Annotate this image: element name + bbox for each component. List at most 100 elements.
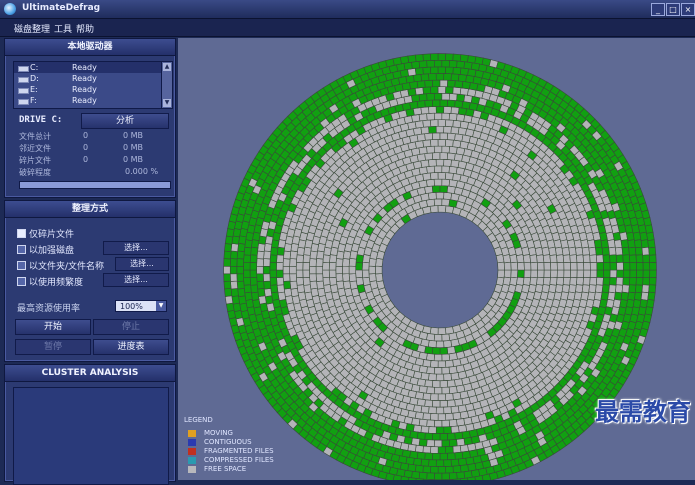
cluster-block [323,262,330,270]
cluster-block [649,255,656,263]
scroll-up-icon[interactable]: ▲ [163,63,171,71]
cluster-block [449,439,457,446]
cluster-block [425,153,433,160]
scroll-down-icon[interactable]: ▼ [163,99,171,107]
cluster-block [629,255,636,263]
cluster-block [455,432,463,439]
cluster-block [457,472,465,479]
cluster-block [451,406,459,413]
drive-row-f[interactable]: F: Ready [14,95,172,106]
cluster-block [413,74,421,81]
cluster-block [436,126,444,133]
minimize-button[interactable]: _ [651,3,665,16]
cluster-block [442,354,450,361]
option-frequency[interactable]: 以使用频繁度 [17,275,83,288]
cluster-block [635,247,642,255]
drive-row-e[interactable]: E: Ready [14,84,172,95]
close-button[interactable]: × [681,3,695,16]
cluster-block [432,381,440,388]
select-button-1[interactable]: 选择... [103,241,169,255]
menu-tools[interactable]: 工具 [54,22,72,35]
cluster-block [303,270,310,278]
cluster-block [421,426,429,433]
cluster-block [290,251,297,259]
cluster-block [251,285,258,293]
cluster-block [257,251,264,259]
option-folder-filename[interactable]: 以文件夹/文件名称 [17,259,104,272]
legend-swatch [188,439,196,446]
max-resource-label: 最高资源使用率 [17,301,80,314]
radio-icon [17,261,26,270]
stop-button[interactable]: 停止 [93,319,169,335]
drive-list-scrollbar[interactable]: ▲ ▼ [161,62,172,108]
cluster-block [451,74,459,81]
cluster-block [440,133,448,140]
cluster-block [623,270,630,278]
cluster-block [648,240,655,248]
menu-bar: 磁盘整理 工具 帮助 [0,19,695,37]
cluster-block [636,270,643,278]
cluster-block [270,270,277,278]
cluster-block [440,453,448,460]
cluster-block [237,251,244,259]
cluster-block [436,341,444,348]
cluster-block [636,277,643,285]
cluster-block [427,473,435,480]
cluster-block [446,87,454,94]
cluster-block [589,285,596,293]
cluster-block [636,255,643,263]
cluster-block [264,251,271,259]
cluster-block [258,243,265,251]
max-resource-dropdown[interactable]: 100% ▼ [115,300,167,312]
cluster-block [446,67,454,74]
cluster-block [444,460,452,467]
cluster-block [453,67,461,74]
drive-row-d[interactable]: D: Ready [14,73,172,84]
option-fragmented-only[interactable]: 仅碎片文件 [17,227,74,240]
cluster-block [436,73,444,80]
cluster-block [642,247,649,255]
cluster-block [544,270,551,278]
start-button[interactable]: 开始 [15,319,91,335]
analyze-button[interactable]: 分析 [81,113,169,129]
cluster-block [432,433,440,440]
cluster-block [264,243,272,251]
menu-defrag[interactable]: 磁盘整理 [14,22,50,35]
cluster-block [446,413,454,420]
drive-row-c[interactable]: C: Ready [14,62,172,73]
select-button-3[interactable]: 选择... [103,273,169,287]
cluster-block [238,288,245,296]
legend-label: FREE SPACE [204,465,246,473]
cluster-block [224,281,231,289]
cluster-block [393,57,402,65]
menu-help[interactable]: 帮助 [76,22,94,35]
cluster-block [430,394,438,401]
progress-table-button[interactable]: 进度表 [93,339,169,355]
pause-button[interactable]: 暂停 [15,339,91,355]
cluster-block [643,255,650,263]
cluster-block [356,262,363,270]
cluster-block [238,243,245,251]
maximize-button[interactable]: □ [666,3,680,16]
cluster-block [453,54,461,61]
cluster-block [362,262,369,270]
cluster-block [316,274,323,282]
cluster-block [436,427,444,434]
cluster-block [428,374,436,381]
cluster-block [556,255,563,263]
legend-item-compressed: COMPRESSED FILES [184,456,274,465]
option-strengthen-disk[interactable]: 以加强磁盘 [17,243,74,256]
cluster-block [517,262,524,270]
cluster-block [455,452,463,459]
cluster-block [237,266,244,274]
chevron-down-icon: ▼ [156,301,166,311]
drive-letter: F: [30,95,37,106]
cluster-block [449,93,457,100]
drive-status: Ready [72,95,97,106]
cluster-block [440,381,448,388]
cluster-block [342,274,349,282]
select-button-2[interactable]: 选择... [115,257,169,271]
cluster-block [329,277,336,285]
cluster-block [440,433,448,440]
cluster-analysis-area [13,387,169,485]
